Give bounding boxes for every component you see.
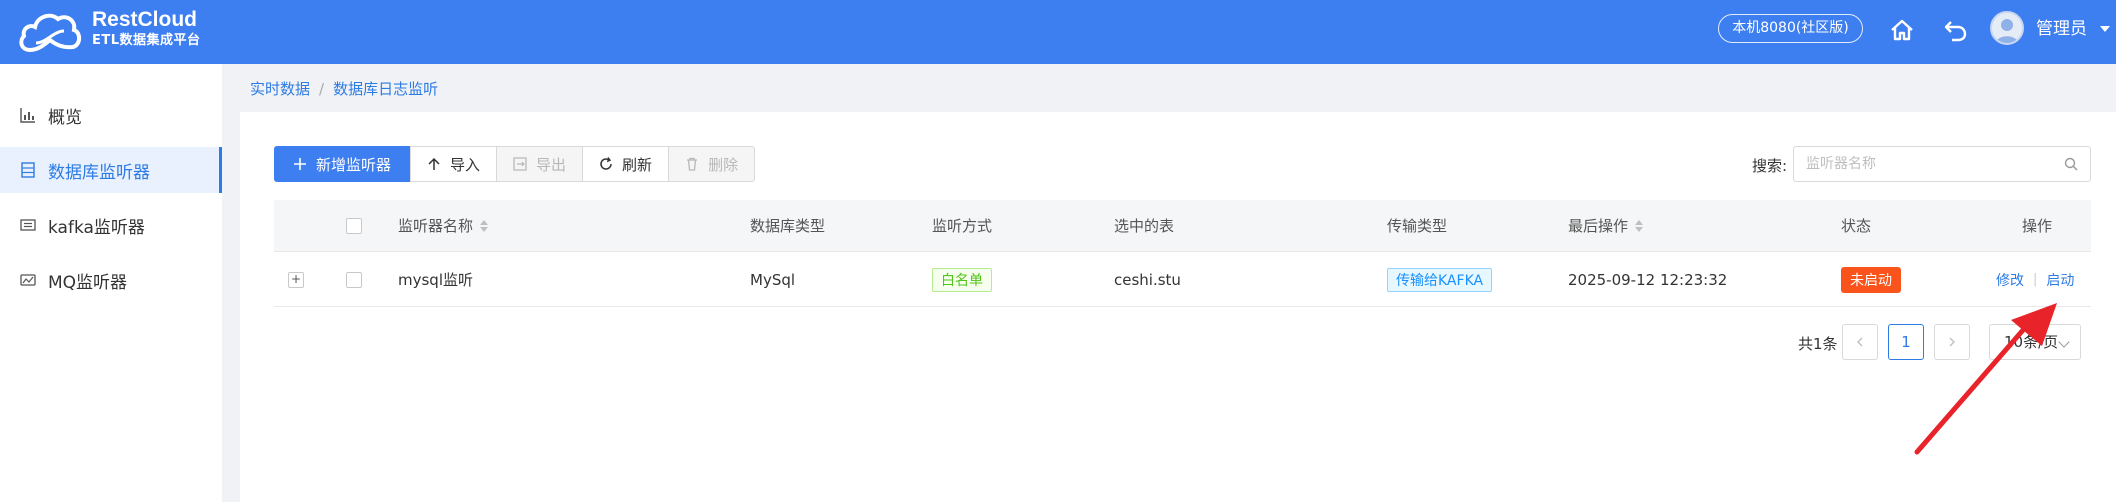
row-select-cell: [346, 253, 362, 306]
db-type: MySql: [750, 270, 796, 289]
page-button-current[interactable]: 1: [1888, 324, 1924, 360]
column-header-tables: 选中的表: [1114, 217, 1175, 235]
add-listener-label: 新增监听器: [316, 155, 392, 174]
delete-button[interactable]: 删除: [668, 146, 756, 182]
chevron-right-icon: [1949, 337, 1955, 347]
trash-icon: [687, 157, 698, 171]
import-label: 导入: [450, 155, 481, 174]
breadcrumb-item-db-log[interactable]: 数据库日志监听: [333, 80, 438, 98]
status-cell: 未启动: [1841, 253, 1901, 306]
refresh-icon: [600, 157, 612, 170]
column-header-actions: 操作: [2022, 217, 2053, 235]
environment-selector[interactable]: 本机8080(社区版): [1718, 14, 1863, 43]
top-header: RestCloud ETL数据集成平台 本机8080(社区版) 管理员: [0, 0, 2116, 64]
caret-down-icon[interactable]: [2100, 26, 2110, 32]
arrow-up-icon: [428, 157, 440, 170]
home-icon[interactable]: [1888, 16, 1916, 44]
import-button[interactable]: 导入: [410, 146, 498, 182]
prev-page-button[interactable]: [1842, 324, 1878, 360]
kafka-icon: [20, 219, 36, 231]
sidebar-item-label: 概览: [48, 107, 82, 128]
refresh-label: 刷新: [622, 155, 653, 174]
edit-link[interactable]: 修改: [1996, 270, 2024, 290]
transfer-tag: 传输给KAFKA: [1387, 267, 1493, 292]
select-all-cell: [346, 200, 362, 251]
brand-subtitle: ETL数据集成平台: [92, 33, 201, 48]
sort-icon[interactable]: [1635, 219, 1644, 232]
avatar[interactable]: [1990, 11, 2024, 45]
column-header-name[interactable]: 监听器名称: [398, 200, 489, 251]
refresh-button[interactable]: 刷新: [582, 146, 670, 182]
mode-cell: 白名单: [932, 253, 992, 306]
start-link[interactable]: 启动: [2046, 270, 2074, 290]
total-count: 共1条: [1798, 335, 1838, 353]
page-size-select[interactable]: 10条/页: [1989, 324, 2081, 360]
sidebar-item-kafka-listener[interactable]: kafka监听器: [0, 202, 222, 248]
column-header-db-type: 数据库类型: [750, 217, 826, 235]
expand-cell: +: [288, 253, 304, 306]
mq-icon: [20, 274, 36, 286]
select-all-checkbox[interactable]: [346, 217, 362, 234]
breadcrumb-item-realtime[interactable]: 实时数据: [250, 80, 310, 98]
column-header-label: 最后操作: [1568, 217, 1629, 235]
user-avatar-icon: [1996, 19, 2018, 43]
search-label: 搜索:: [1752, 157, 1788, 175]
sort-icon[interactable]: [480, 219, 489, 232]
action-divider: |: [2033, 272, 2038, 287]
chart-icon: [20, 108, 35, 123]
listener-name: mysql监听: [398, 271, 473, 289]
actions-cell: 修改 | 启动: [1996, 253, 2074, 306]
breadcrumb: 实时数据 / 数据库日志监听: [250, 78, 438, 99]
next-page-button[interactable]: [1934, 324, 1970, 360]
chevron-left-icon: [1857, 337, 1863, 347]
toolbar: 新增监听器 导入 导出 刷新 删除: [274, 146, 756, 182]
add-listener-button[interactable]: 新增监听器: [274, 146, 411, 182]
brand: RestCloud ETL数据集成平台: [92, 8, 201, 50]
export-label: 导出: [536, 155, 567, 174]
column-header-last-op[interactable]: 最后操作: [1568, 200, 1644, 251]
page-size-label: 10条/页: [2004, 333, 2059, 351]
status-badge: 未启动: [1841, 266, 1901, 293]
expand-row-button[interactable]: +: [288, 271, 304, 288]
sidebar-item-label: 数据库监听器: [48, 162, 150, 183]
row-checkbox[interactable]: [346, 271, 362, 288]
export-icon: [513, 157, 527, 171]
sidebar-item-overview[interactable]: 概览: [0, 92, 222, 138]
last-operation-time: 2025-09-12 12:23:32: [1568, 270, 1728, 289]
cloud-logo-icon: [19, 13, 82, 53]
sidebar-item-label: MQ监听器: [48, 272, 128, 293]
column-header-label: 监听器名称: [398, 217, 474, 235]
database-icon: [21, 162, 35, 178]
search-icon[interactable]: [2064, 157, 2078, 171]
sidebar-item-db-listener[interactable]: 数据库监听器: [0, 147, 222, 193]
chevron-down-icon: [2058, 336, 2070, 348]
selected-tables: ceshi.stu: [1114, 270, 1181, 289]
undo-icon[interactable]: [1942, 16, 1970, 44]
sidebar: 概览 数据库监听器 kafka监听器 MQ监听器: [0, 64, 222, 502]
sidebar-item-label: kafka监听器: [48, 217, 145, 238]
breadcrumb-separator: /: [319, 80, 325, 98]
table-header: 监听器名称 数据库类型 监听方式 选中的表 传输类型 最后操作 状态 操作: [274, 200, 2091, 252]
column-header-status: 状态: [1841, 217, 1872, 235]
delete-label: 删除: [708, 155, 739, 174]
export-button[interactable]: 导出: [496, 146, 584, 182]
sidebar-item-mq-listener[interactable]: MQ监听器: [0, 257, 222, 303]
mode-tag: 白名单: [932, 267, 992, 292]
transfer-cell: 传输给KAFKA: [1387, 253, 1493, 306]
search-box[interactable]: [1793, 146, 2091, 182]
column-header-mode: 监听方式: [932, 217, 993, 235]
search-input[interactable]: [1794, 147, 2044, 181]
table-row: + mysql监听 MySql 白名单 ceshi.stu 传输给KAFKA 2…: [274, 253, 2091, 307]
column-header-transfer: 传输类型: [1387, 217, 1448, 235]
brand-name: RestCloud: [92, 8, 197, 31]
plus-icon: [294, 158, 306, 170]
user-name[interactable]: 管理员: [2036, 18, 2087, 40]
